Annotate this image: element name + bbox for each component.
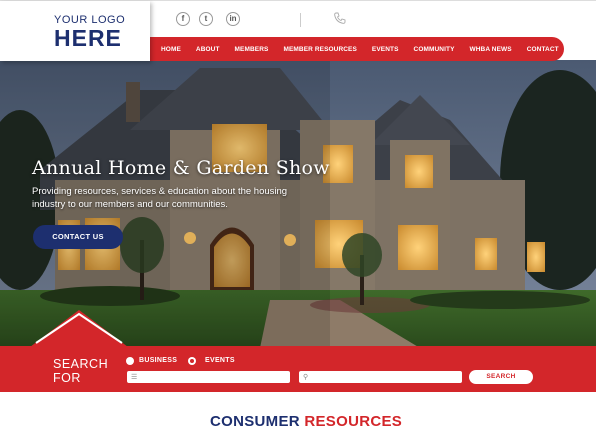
- logo-line-2: HERE: [54, 25, 122, 51]
- events-radio[interactable]: [188, 357, 196, 365]
- logo[interactable]: YOUR LOGO HERE: [0, 1, 150, 61]
- twitter-icon[interactable]: t: [199, 12, 213, 26]
- nav-member-resources[interactable]: MEMBER RESOURCES: [283, 46, 356, 53]
- hero-subtitle: Providing resources, services & educatio…: [32, 186, 288, 210]
- linkedin-icon[interactable]: in: [226, 12, 240, 26]
- main-nav: HOME ABOUT MEMBERS MEMBER RESOURCES EVEN…: [147, 37, 564, 61]
- site-header: YOUR LOGO HERE f t in HOME ABOUT MEMBERS…: [0, 0, 596, 61]
- nav-members[interactable]: MEMBERS: [235, 46, 269, 53]
- contact-us-button[interactable]: CONTACT US: [33, 225, 123, 249]
- business-radio-label: BUSINESS: [139, 357, 178, 364]
- nav-community[interactable]: COMMUNITY: [414, 46, 455, 53]
- heading-part-2: RESOURCES: [304, 413, 403, 426]
- hero-title: Annual Home & Garden Show: [32, 157, 330, 179]
- list-icon: ☰: [131, 374, 138, 381]
- events-radio-label: EVENTS: [205, 357, 235, 364]
- search-icon: ⚲: [303, 374, 309, 381]
- consumer-resources-heading: CONSUMER RESOURCES: [210, 413, 402, 426]
- phone-icon[interactable]: [333, 11, 347, 25]
- nav-whba-news[interactable]: WHBA NEWS: [470, 46, 512, 53]
- search-keyword-input[interactable]: ⚲: [299, 371, 462, 383]
- search-label: SEARCH FOR: [53, 357, 108, 385]
- heading-part-1: CONSUMER: [210, 413, 305, 426]
- page: YOUR LOGO HERE f t in HOME ABOUT MEMBERS…: [0, 0, 596, 426]
- business-radio[interactable]: [126, 357, 134, 365]
- search-button[interactable]: SEARCH: [469, 370, 533, 384]
- search-label-line-2: FOR: [53, 371, 81, 385]
- nav-contact[interactable]: CONTACT: [527, 46, 559, 53]
- hero-banner: Annual Home & Garden Show Providing reso…: [0, 60, 596, 348]
- nav-home[interactable]: HOME: [161, 46, 181, 53]
- header-divider: [300, 13, 301, 27]
- nav-events[interactable]: EVENTS: [372, 46, 399, 53]
- business-category-input[interactable]: ☰: [127, 371, 290, 383]
- facebook-icon[interactable]: f: [176, 12, 190, 26]
- nav-about[interactable]: ABOUT: [196, 46, 220, 53]
- search-label-line-1: SEARCH: [53, 357, 109, 371]
- chevron-decoration: [30, 310, 128, 347]
